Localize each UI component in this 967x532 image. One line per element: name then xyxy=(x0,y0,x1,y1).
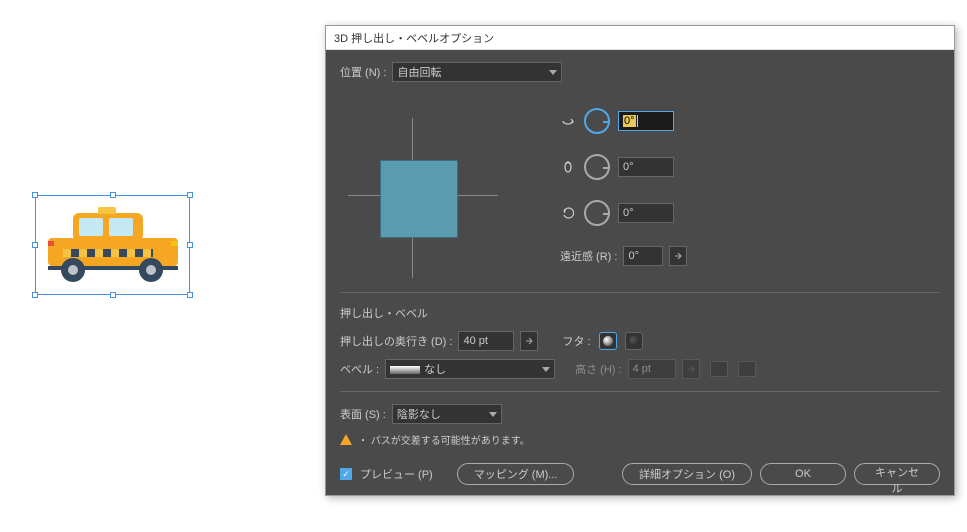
chevron-down-icon xyxy=(489,412,497,417)
bevel-thumb-icon xyxy=(390,366,420,374)
dialog-title: 3D 押し出し・ベベルオプション xyxy=(326,26,954,50)
handle-l[interactable] xyxy=(32,242,38,248)
handle-b[interactable] xyxy=(110,292,116,298)
preview-cube[interactable] xyxy=(380,160,458,238)
rotate-y-icon xyxy=(560,159,576,175)
handle-tr[interactable] xyxy=(187,192,193,198)
cap-label: フタ : xyxy=(562,333,590,349)
cancel-button[interactable]: キャンセル xyxy=(854,463,940,485)
position-label: 位置 (N) : xyxy=(340,64,386,80)
bevel-out-icon xyxy=(738,361,756,377)
depth-stepper[interactable] xyxy=(520,331,538,351)
warning-icon xyxy=(340,434,352,445)
cap-on-button[interactable] xyxy=(599,332,617,350)
depth-input[interactable]: 40 pt xyxy=(458,331,514,351)
handle-br[interactable] xyxy=(187,292,193,298)
rotation-preview[interactable] xyxy=(340,100,520,280)
surface-label: 表面 (S) : xyxy=(340,406,386,422)
bevel-in-icon xyxy=(710,361,728,377)
extrude-section-label: 押し出し・ベベル xyxy=(340,305,940,321)
perspective-label: 遠近感 (R) : xyxy=(560,248,617,264)
divider xyxy=(340,292,940,293)
ok-button[interactable]: OK xyxy=(760,463,846,485)
rotate-z-icon xyxy=(560,205,576,221)
surface-value: 陰影なし xyxy=(397,406,441,422)
perspective-input[interactable]: 0° xyxy=(623,246,663,266)
bevel-select[interactable]: なし xyxy=(385,359,555,379)
bevel-value: なし xyxy=(424,364,446,376)
preview-label: プレビュー (P) xyxy=(360,466,433,482)
surface-select[interactable]: 陰影なし xyxy=(392,404,502,424)
cap-off-button[interactable] xyxy=(625,332,643,350)
selection-bounds xyxy=(35,195,190,295)
rotate-x-input[interactable]: 0° xyxy=(618,111,674,131)
canvas-selection[interactable] xyxy=(35,195,190,295)
rotate-y-input[interactable]: 0° xyxy=(618,157,674,177)
rotate-x-wheel[interactable] xyxy=(584,108,610,134)
position-value: 自由回転 xyxy=(397,64,441,80)
handle-tl[interactable] xyxy=(32,192,38,198)
handle-r[interactable] xyxy=(187,242,193,248)
chevron-down-icon xyxy=(549,70,557,75)
position-select[interactable]: 自由回転 xyxy=(392,62,562,82)
warning-text: ・ パスが交差する可能性があります。 xyxy=(358,432,530,447)
handle-t[interactable] xyxy=(110,192,116,198)
mapping-button[interactable]: マッピング (M)... xyxy=(457,463,575,485)
more-options-button[interactable]: 詳細オプション (O) xyxy=(622,463,752,485)
depth-label: 押し出しの奥行き (D) : xyxy=(340,333,452,349)
preview-checkbox[interactable]: ✓ xyxy=(340,468,352,480)
rotate-z-wheel[interactable] xyxy=(584,200,610,226)
height-input: 4 pt xyxy=(628,359,676,379)
extrude-bevel-dialog: 3D 押し出し・ベベルオプション 位置 (N) : 自由回転 xyxy=(325,25,955,496)
rotate-x-icon xyxy=(560,113,576,129)
chevron-down-icon xyxy=(542,367,550,372)
height-label: 高さ (H) : xyxy=(575,361,621,377)
rotate-z-input[interactable]: 0° xyxy=(618,203,674,223)
bevel-label: ベベル : xyxy=(340,361,379,377)
divider xyxy=(340,391,940,392)
perspective-stepper[interactable] xyxy=(669,246,687,266)
handle-bl[interactable] xyxy=(32,292,38,298)
rotate-y-wheel[interactable] xyxy=(584,154,610,180)
height-stepper xyxy=(682,359,700,379)
